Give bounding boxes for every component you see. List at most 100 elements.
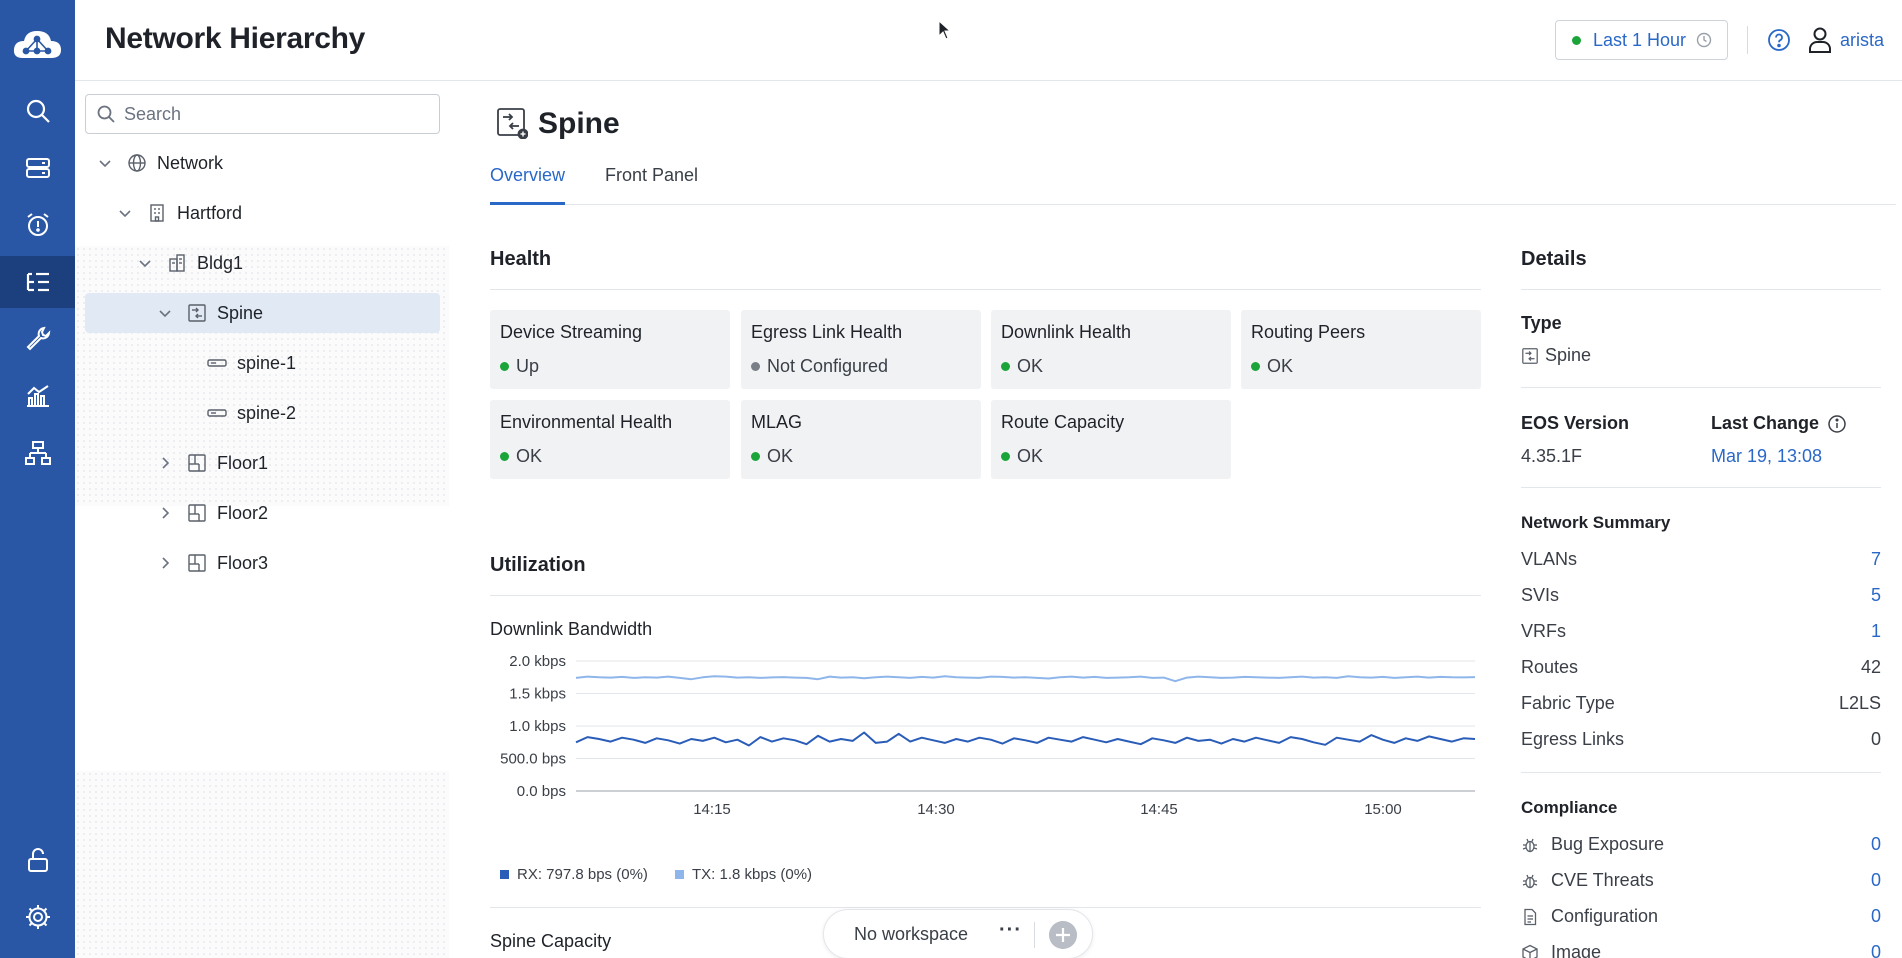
search-icon [97,105,115,123]
user-icon[interactable] [1807,26,1833,54]
time-range-button[interactable]: Last 1 Hour [1555,20,1728,60]
health-card-egress-link[interactable]: Egress Link Health Not Configured [741,310,981,389]
summary-row-routes: Routes 42 [1521,657,1881,687]
health-card-status: OK [516,446,543,466]
summary-value-link[interactable]: 7 [1871,549,1881,570]
help-icon[interactable] [1767,28,1791,52]
health-card-device-streaming[interactable]: Device Streaming Up [490,310,730,389]
legend-item-rx[interactable]: RX: 797.8 bps (0%) [500,866,648,883]
nav-topology[interactable] [0,427,75,479]
compliance-label: Bug Exposure [1551,834,1665,854]
y-tick-label: 1.5 kbps [509,686,566,703]
summary-row-svis: SVIs 5 [1521,585,1881,615]
bug-icon [1522,838,1538,852]
cloudvision-logo-icon[interactable] [11,26,63,66]
tab-front-panel[interactable]: Front Panel [605,161,698,205]
top-header: Network Hierarchy Last 1 Hour arista [75,0,1902,81]
tree-node-label: spine-2 [237,402,297,423]
compliance-value-link[interactable]: 0 [1871,906,1881,927]
nav-provisioning[interactable] [0,313,75,365]
y-tick-label: 500.0 bps [500,751,566,768]
nav-search[interactable] [0,85,75,137]
series-line-tx[interactable] [575,675,1476,683]
info-icon[interactable] [1827,414,1847,434]
summary-label: Fabric Type [1521,693,1615,713]
nav-dashboards[interactable] [0,370,75,422]
summary-value-link[interactable]: 1 [1871,621,1881,642]
legend-label: TX: 1.8 kbps (0%) [692,866,813,883]
nav-unlock[interactable] [0,834,75,886]
nav-events[interactable] [0,199,75,251]
chevron-down-icon[interactable] [117,205,133,221]
health-card-status: Up [516,356,540,376]
tree-node-label: Bldg1 [197,252,244,273]
chevron-right-icon[interactable] [157,555,173,571]
tree-node-spine-1[interactable]: spine-1 [207,343,296,383]
chevron-right-icon[interactable] [157,505,173,521]
tree-node-bldg1[interactable]: Bldg1 [137,243,243,283]
compliance-value-link[interactable]: 0 [1871,834,1881,855]
legend-item-tx[interactable]: TX: 1.8 kbps (0%) [675,866,812,883]
compliance-row-configuration: Configuration 0 [1521,906,1881,936]
hierarchy-list-icon [26,272,49,292]
tree-node-network[interactable]: Network [97,143,223,183]
tab-overview[interactable]: Overview [490,161,566,205]
health-card-routing-peers[interactable]: Routing Peers OK [1241,310,1481,389]
health-card-label: Route Capacity [1001,412,1125,432]
last-change-link[interactable]: Mar 19, 13:08 [1711,446,1822,467]
network-summary-title: Network Summary [1521,513,1671,532]
nav-devices[interactable] [0,142,75,194]
chevron-down-icon[interactable] [157,305,173,321]
summary-value: 0 [1870,729,1881,749]
section-divider [1521,289,1881,290]
summary-label: Routes [1521,657,1579,677]
health-section-title: Health [490,248,552,270]
status-dot [751,362,760,371]
health-card-environmental[interactable]: Environmental Health OK [490,400,730,479]
add-workspace-icon[interactable] [1049,921,1077,949]
health-card-route-capacity[interactable]: Route Capacity OK [991,400,1231,479]
y-tick-label: 2.0 kbps [509,653,566,670]
summary-value: L2LS [1838,693,1881,713]
section-divider [490,907,1481,908]
downlink-bandwidth-chart[interactable]: 2.0 kbps 1.5 kbps 1.0 kbps 500.0 bps 0.0 bps… [490,651,1490,821]
tree-node-hartford[interactable]: Hartford [117,193,242,233]
workspace-label[interactable]: No workspace [854,924,968,945]
tree-node-spine-2[interactable]: spine-2 [207,393,296,433]
clock-icon [1696,32,1712,48]
chart-title: Downlink Bandwidth [490,619,653,639]
nav-settings[interactable] [0,891,75,943]
summary-value-link[interactable]: 5 [1871,585,1881,606]
status-dot [500,452,509,461]
compliance-value-link[interactable]: 0 [1871,870,1881,891]
tree-search-input[interactable] [124,103,424,125]
eos-version-value: 4.35.1F [1521,446,1583,466]
series-line-rx[interactable] [575,731,1476,747]
spine-icon [188,304,206,322]
tree-node-floor3[interactable]: Floor3 [157,543,268,583]
status-dot [751,452,760,461]
chevron-down-icon[interactable] [97,155,113,171]
compliance-value-link[interactable]: 0 [1871,942,1881,958]
tree-node-spine[interactable]: Spine [85,293,440,333]
chevron-right-icon[interactable] [157,455,173,471]
nav-network-hierarchy[interactable] [0,256,75,308]
health-card-label: Device Streaming [500,322,643,342]
compliance-label: CVE Threats [1551,870,1654,890]
tree-node-floor2[interactable]: Floor2 [157,493,268,533]
health-card-downlink[interactable]: Downlink Health OK [991,310,1231,389]
summary-label: SVIs [1521,585,1560,605]
cube-icon [1522,944,1538,958]
user-name-link[interactable]: arista [1840,30,1884,51]
building-icon [169,254,185,272]
page-header-title: Network Hierarchy [105,22,366,55]
tree-search-box[interactable] [85,94,440,134]
health-card-mlag[interactable]: MLAG OK [741,400,981,479]
section-divider [1521,387,1881,388]
unlock-icon [27,848,48,872]
workspace-more-button[interactable]: ··· [999,919,1022,942]
chevron-down-icon[interactable] [137,255,153,271]
legend-label: RX: 797.8 bps (0%) [517,866,648,883]
health-card-label: Environmental Health [500,412,673,432]
tree-node-floor1[interactable]: Floor1 [157,443,268,483]
